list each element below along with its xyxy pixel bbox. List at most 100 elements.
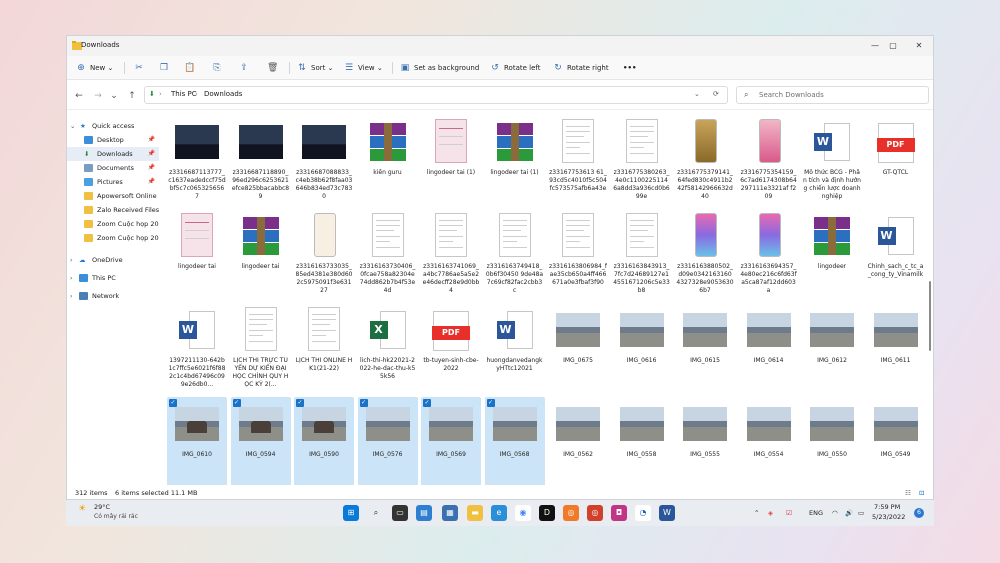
file-item[interactable]: W 1397211130-642b1c7ffc5e6021f6f882c1c4bd… <box>167 303 227 393</box>
word-icon[interactable]: W <box>659 505 675 521</box>
sidebar-item-this-pc[interactable]: › This PC <box>67 271 159 285</box>
file-item[interactable]: LỊCH THI ONLINE HK1(21-22) <box>294 303 354 393</box>
file-item[interactable]: z3316163741069_a4bc7786ae5a5e2e46decff28… <box>421 209 481 299</box>
file-item[interactable]: IMG_0562 <box>548 397 608 487</box>
file-item[interactable]: IMG_0554 <box>739 397 799 487</box>
sidebar-item-zoom-1[interactable]: Zoom Cuộc họp 20... <box>67 217 159 231</box>
notification-badge[interactable]: 6 <box>914 508 924 518</box>
widgets-icon[interactable]: ▤ <box>416 505 432 521</box>
file-item[interactable]: z3316687118890_96ed296c6253621efce825bba… <box>231 115 291 205</box>
file-item[interactable]: PDF GT-QTCL <box>866 115 924 205</box>
sidebar-item-zoom-2[interactable]: Zoom Cuộc họp 20... <box>67 231 159 245</box>
breadcrumb-this-pc[interactable]: This PC <box>171 90 197 98</box>
file-item[interactable]: lingodeer tai <box>167 209 227 299</box>
search-icon[interactable]: ⌕ <box>368 505 384 521</box>
file-item[interactable]: z3316687113777_c1637eadedccf75dbf5c7c065… <box>167 115 227 205</box>
file-item[interactable]: lingodeer tai (1) <box>485 115 545 205</box>
copy-button[interactable]: ❐ <box>159 59 173 77</box>
sort-button[interactable]: ⇅ Sort ⌄ <box>297 59 333 77</box>
chrome-profile-icon[interactable]: ◎ <box>563 505 579 521</box>
file-item[interactable]: W Mô thức BCG - Phân tích và định hướng c… <box>802 115 862 205</box>
teams-chat-icon[interactable]: ▦ <box>442 505 458 521</box>
forward-arrow-icon[interactable]: → <box>91 89 105 103</box>
file-item[interactable]: z3316163730406_0fcae758a82304e74dd862b7b… <box>358 209 418 299</box>
dell-icon[interactable]: D <box>539 505 555 521</box>
volume-icon[interactable]: 🔊 <box>845 500 853 526</box>
large-icons-view-icon[interactable]: ⊡ <box>919 485 924 499</box>
file-item[interactable]: lingodeer <box>802 209 862 299</box>
selection-checkbox[interactable]: ✓ <box>486 399 495 407</box>
refresh-icon[interactable]: ⟳ <box>713 90 719 98</box>
file-item[interactable]: lingodeer tai <box>231 209 291 299</box>
file-item[interactable]: z3316775379141_64fed830c4911b242f5814296… <box>675 115 735 205</box>
sidebar-item-quick-access[interactable]: ⌄ ★ Quick access <box>67 119 159 133</box>
file-item[interactable]: z33167753613 61_93cd5c4010f5c504fc573575… <box>548 115 608 205</box>
vertical-scrollbar[interactable] <box>927 111 933 487</box>
file-item[interactable]: ✓ IMG_0576 <box>357 397 418 487</box>
file-item[interactable]: kiến guru <box>358 115 418 205</box>
instagram-icon[interactable]: ◘ <box>611 505 627 521</box>
edge-icon[interactable]: e <box>491 505 507 521</box>
file-item[interactable]: IMG_0549 <box>866 397 924 487</box>
battery-icon[interactable]: ▭ <box>858 500 864 526</box>
selection-checkbox[interactable]: ✓ <box>423 399 431 407</box>
file-item[interactable]: ✓ IMG_0590 <box>294 397 354 487</box>
new-button[interactable]: ⊕ New ⌄ <box>76 59 113 77</box>
temperature[interactable]: 29°C <box>94 503 110 511</box>
rename-button[interactable]: ⎘ <box>212 59 226 77</box>
file-item[interactable]: PDF tb-tuyen-sinh-cbe-2022 <box>421 303 481 393</box>
cut-button[interactable]: ✂ <box>134 59 148 77</box>
file-item[interactable]: W Chinh_sach_c_tc_a_cong_ty_Vinamilk <box>866 209 923 299</box>
share-button[interactable]: ⇪ <box>239 59 253 77</box>
sidebar-item-documents[interactable]: Documents 📌 <box>67 161 159 175</box>
tray-app-icon[interactable]: ◈ <box>768 500 773 526</box>
file-item[interactable]: lingodeer tai (1) <box>421 115 481 205</box>
file-item[interactable]: IMG_0558 <box>612 397 672 487</box>
weather-text[interactable]: Có mây rải rác <box>94 513 138 520</box>
selection-checkbox[interactable]: ✓ <box>296 399 304 407</box>
task-view-icon[interactable]: ▭ <box>392 505 408 521</box>
file-item[interactable]: IMG_0614 <box>739 303 799 393</box>
file-item[interactable]: ✓ IMG_0568 <box>484 397 545 487</box>
selection-checkbox[interactable]: ✓ <box>359 399 368 407</box>
file-item[interactable]: z3316163694357_4e80ec216c6fd63fa5ca87af1… <box>739 209 799 299</box>
file-item[interactable]: z3316163880502_d09e0342163160 4327328e90… <box>675 209 735 299</box>
breadcrumb-downloads[interactable]: Downloads <box>204 90 242 98</box>
sidebar-item-desktop[interactable]: Desktop 📌 <box>67 133 159 147</box>
file-item[interactable]: LỊCH THI TRỰC TUYẾN DỰ KIẾN ĐẠI HỌC CHÍN… <box>231 303 291 393</box>
file-item[interactable]: z3316163749418_0b6f30450 9de48a7c69cf82f… <box>485 209 545 299</box>
file-item[interactable]: ✓ IMG_0569 <box>421 397 481 487</box>
tray-check-icon[interactable]: ☑ <box>786 500 792 526</box>
tray-overflow-icon[interactable]: ⌃ <box>754 500 759 526</box>
sidebar-item-zalo[interactable]: Zalo Received Files <box>67 203 159 217</box>
search-input[interactable]: ⌕ Search Downloads <box>736 86 929 104</box>
clock-date[interactable]: 5/23/2022 <box>872 513 905 521</box>
file-item[interactable]: z3316687088833_c4eb38b62f8faa03646b834ed… <box>294 115 354 205</box>
sidebar-item-pictures[interactable]: Pictures 📌 <box>67 175 159 189</box>
sidebar-item-onedrive[interactable]: › ☁ OneDrive <box>67 253 159 267</box>
close-button[interactable]: ✕ <box>903 36 933 56</box>
selection-checkbox[interactable]: ✓ <box>232 399 241 407</box>
chrome-profile-2-icon[interactable]: ◎ <box>587 505 603 521</box>
rotate-left-button[interactable]: ↺ Rotate left <box>490 59 540 77</box>
dropdown-chevron-icon[interactable]: ⌄ <box>694 90 700 98</box>
start-button[interactable]: ⊞ <box>343 505 359 521</box>
file-item[interactable]: IMG_0555 <box>675 397 735 487</box>
file-item[interactable]: IMG_0612 <box>802 303 862 393</box>
paste-button[interactable]: 📋 <box>184 59 198 77</box>
file-item[interactable]: z3316163843913_7fc7d24689127e14551671206… <box>612 209 672 299</box>
delete-button[interactable]: 🗑 <box>267 59 281 77</box>
file-item[interactable]: Xlich-thi-hk22021-2022-he-dac-thu-k55k56 <box>358 303 418 393</box>
file-item[interactable]: z3316775354159_6c7ad6174308b64297111e332… <box>739 115 799 205</box>
file-item[interactable]: IMG_0616 <box>612 303 672 393</box>
address-box[interactable]: ⬇ › This PC › Downloads ⌄ ⟳ <box>144 86 728 104</box>
file-explorer-icon[interactable]: ▬ <box>467 505 483 521</box>
file-item[interactable]: z3316775380263_4e0c1100225114 6a8dd3a936… <box>612 115 672 205</box>
sidebar-item-network[interactable]: › Network <box>67 289 159 303</box>
recent-chevron-icon[interactable]: ⌄ <box>107 89 121 103</box>
file-item[interactable]: z3316163806984_fae35cb650a4ff466671a0e3f… <box>548 209 608 299</box>
back-arrow-icon[interactable]: ← <box>72 89 86 103</box>
up-arrow-icon[interactable]: ↑ <box>125 89 139 103</box>
language-indicator[interactable]: ENG <box>809 500 823 526</box>
more-options-button[interactable]: ••• <box>623 59 636 77</box>
